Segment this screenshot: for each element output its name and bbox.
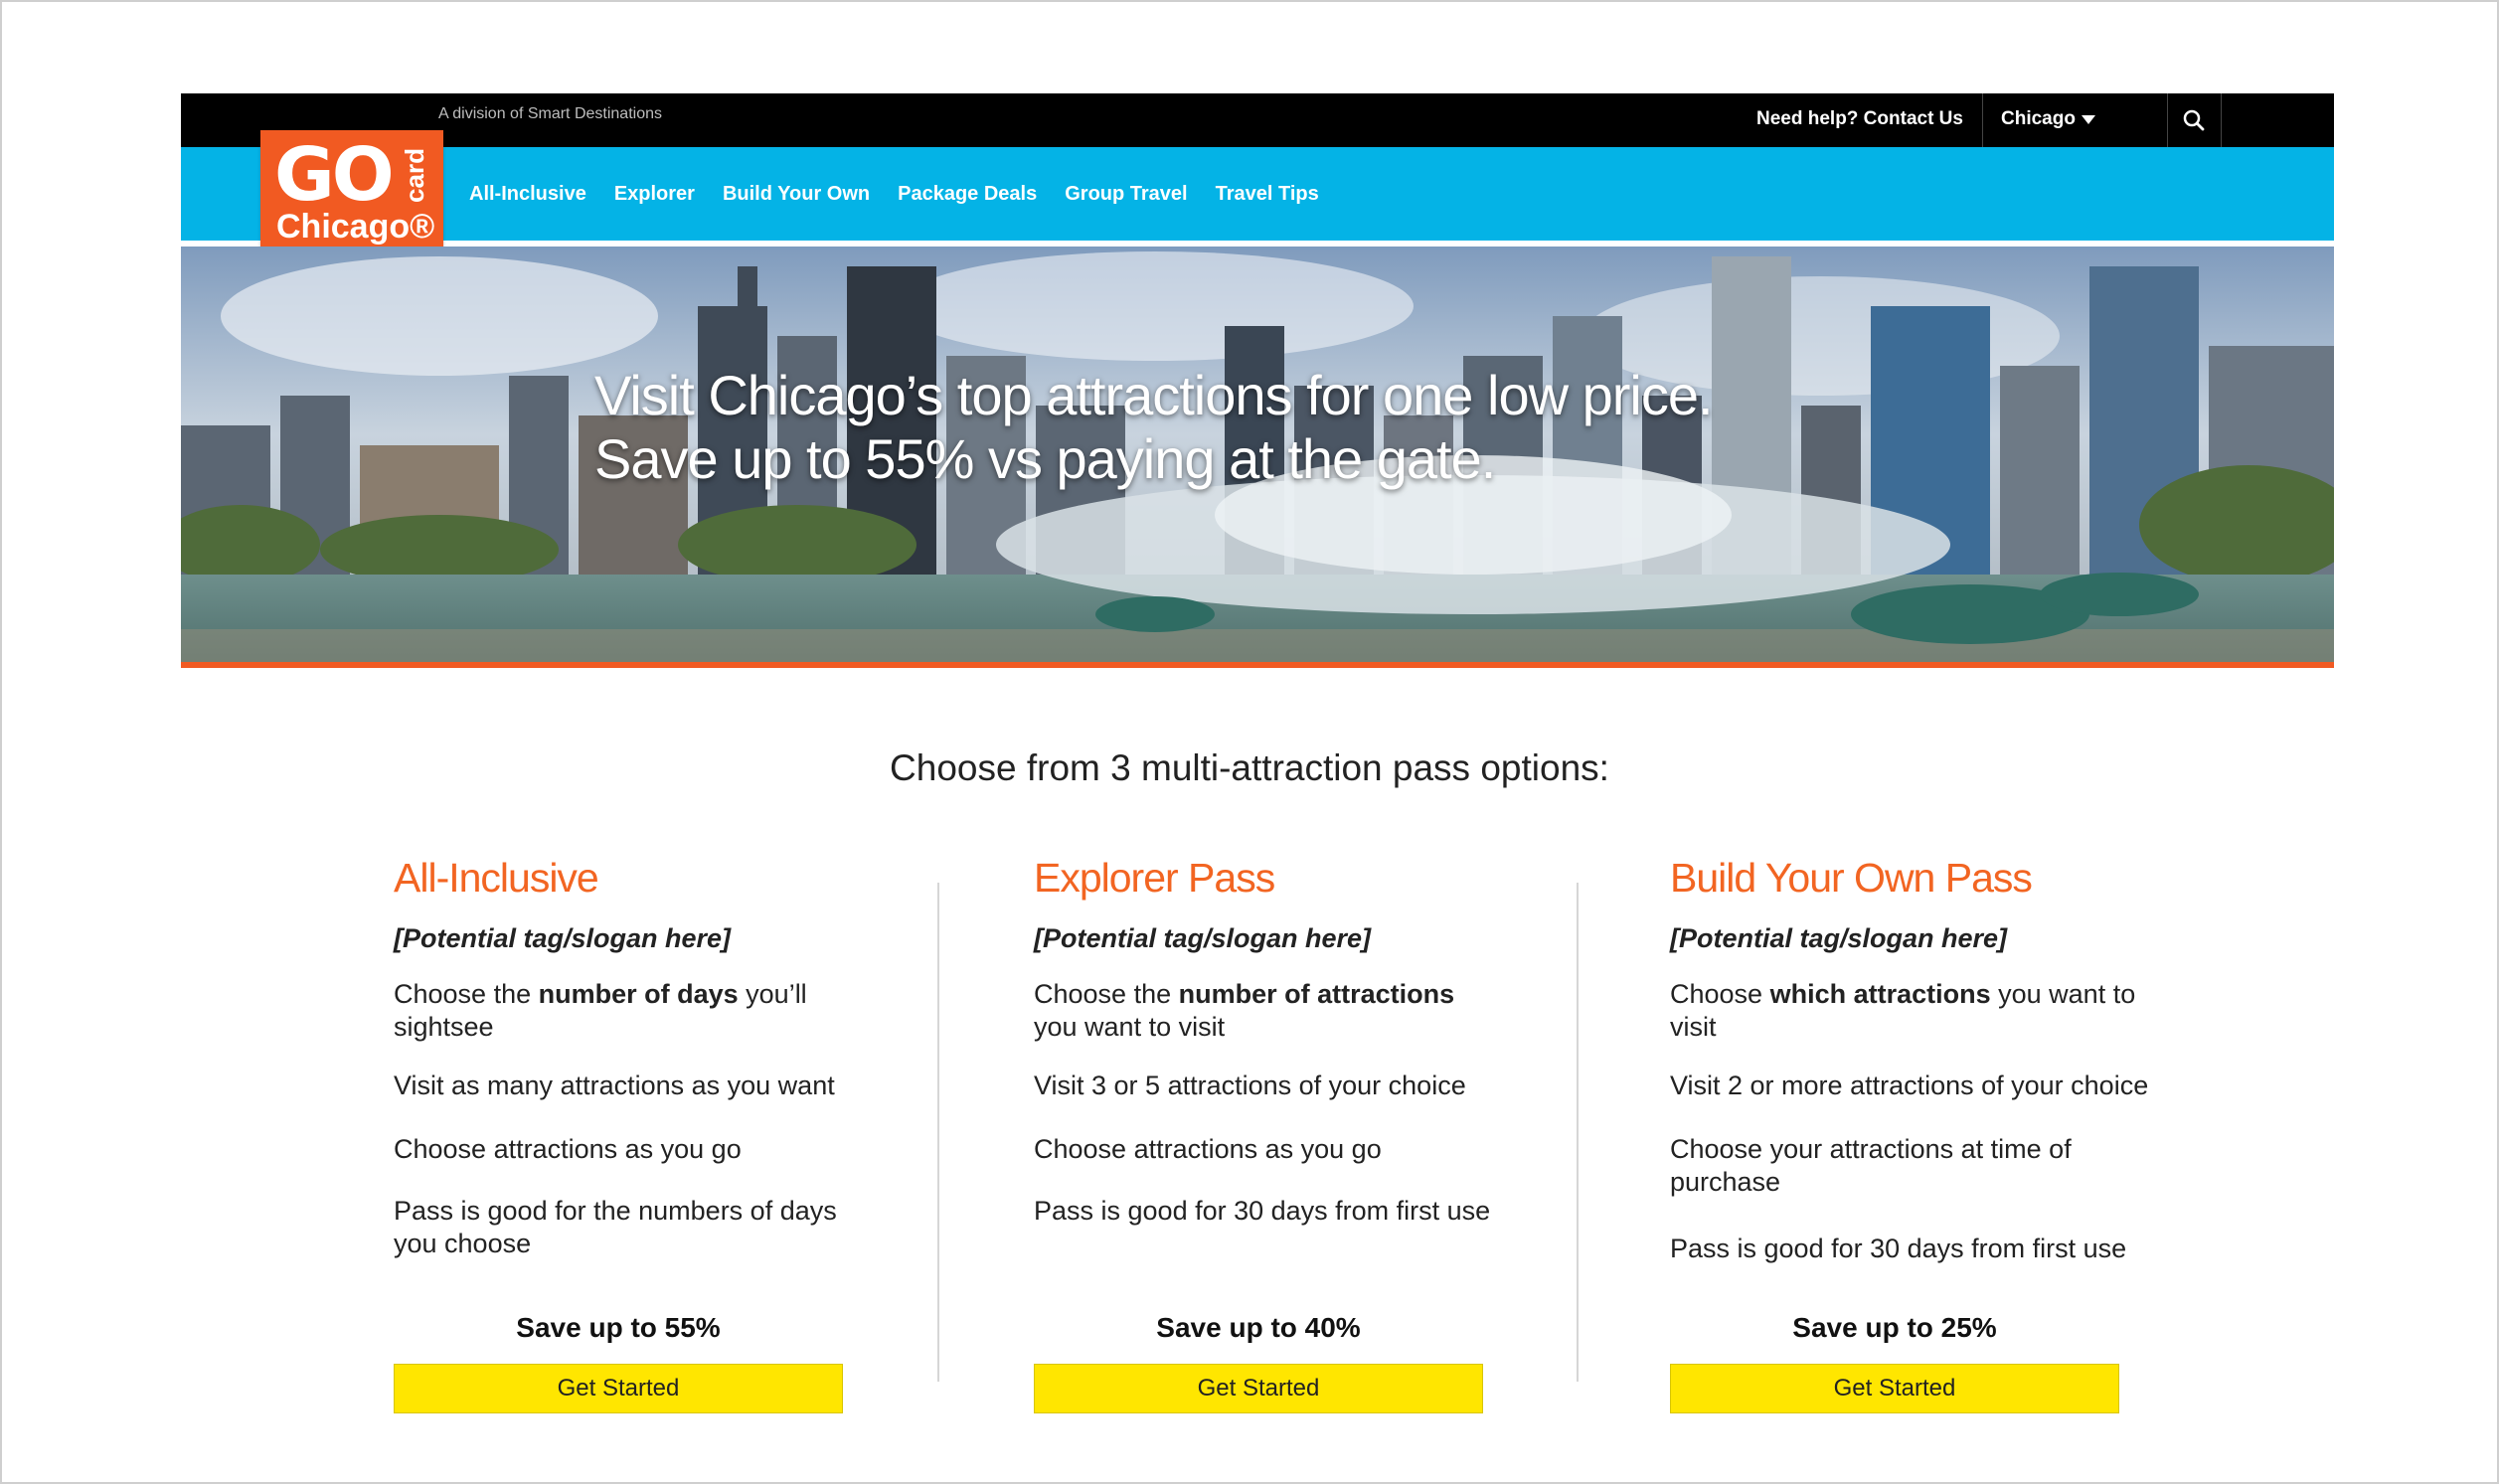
utility-divider (1982, 93, 1983, 147)
pass-savings: Save up to 25% (1792, 1312, 1997, 1343)
pass-title: Build Your Own Pass (1670, 855, 2033, 901)
hero-headline-line1: Visit Chicago’s top attractions for one … (594, 364, 1714, 426)
get-started-button[interactable]: Get Started (1670, 1364, 2119, 1413)
primary-nav: All-Inclusive Explorer Build Your Own Pa… (469, 147, 1347, 241)
get-started-button[interactable]: Get Started (394, 1364, 843, 1413)
utility-divider (2221, 93, 2222, 147)
pass-feature: Choose the number of attractions you wan… (1034, 979, 1455, 1042)
column-divider (1577, 883, 1579, 1382)
contact-us-link[interactable]: Need help? Contact Us (1756, 108, 1963, 130)
nav-item-group-travel[interactable]: Group Travel (1065, 183, 1187, 206)
pass-feature: Choose your attractions at time of purch… (1670, 1134, 2072, 1197)
pass-feature: Choose attractions as you go (1034, 1134, 1382, 1164)
pass-title: Explorer Pass (1034, 855, 1275, 901)
get-started-button[interactable]: Get Started (1034, 1364, 1483, 1413)
logo-go-text: GO (274, 132, 395, 218)
nav-item-all-inclusive[interactable]: All-Inclusive (469, 183, 586, 206)
pass-tagline: [Potential tag/slogan here] (1034, 923, 1372, 953)
pass-feature: Pass is good for 30 days from first use (1034, 1196, 1491, 1226)
division-text: A division of Smart Destinations (438, 105, 662, 122)
pass-card-all-inclusive: All-Inclusive [Potential tag/slogan here… (394, 855, 990, 1260)
pass-card-build-your-own: Build Your Own Pass [Potential tag/sloga… (1670, 855, 2266, 1265)
pass-feature: Visit 2 or more attractions of your choi… (1670, 1071, 2149, 1100)
pass-feature: Pass is good for the numbers of days you… (394, 1196, 837, 1258)
pass-feature: Visit as many attractions as you want (394, 1071, 835, 1100)
pass-feature: Pass is good for 30 days from first use (1670, 1234, 2127, 1263)
pass-tagline: [Potential tag/slogan here] (394, 923, 732, 953)
pass-feature: Choose the number of days you’ll sightse… (394, 979, 807, 1042)
pass-card-explorer: Explorer Pass [Potential tag/slogan here… (1034, 855, 1630, 1228)
nav-item-explorer[interactable]: Explorer (614, 183, 695, 206)
logo-city-text: Chicago® (276, 208, 435, 246)
pass-feature: Choose attractions as you go (394, 1134, 742, 1164)
pass-feature: Choose which attractions you want to vis… (1670, 979, 2136, 1042)
hero-orange-rule (181, 662, 2334, 668)
search-icon (2183, 109, 2205, 131)
go-card-chicago-logo[interactable]: GO card Chicago® (260, 130, 443, 257)
hero-headline-line2: Save up to 55% vs paying at the gate. (594, 427, 1496, 490)
logo-card-text: card (399, 148, 429, 203)
nav-item-travel-tips[interactable]: Travel Tips (1216, 183, 1319, 206)
search-button[interactable] (2167, 93, 2221, 147)
city-selector[interactable]: Chicago (2001, 108, 2095, 130)
caret-down-icon (2081, 114, 2095, 124)
hero-headline: Visit Chicago’s top attractions for one … (594, 364, 1714, 491)
pass-tagline: [Potential tag/slogan here] (1670, 923, 2008, 953)
nav-item-build-your-own[interactable]: Build Your Own (723, 183, 870, 206)
pass-title: All-Inclusive (394, 855, 599, 901)
column-divider (937, 883, 939, 1382)
pass-savings: Save up to 55% (516, 1312, 721, 1343)
pass-savings: Save up to 40% (1156, 1312, 1361, 1343)
section-title: Choose from 3 multi-attraction pass opti… (890, 747, 1609, 788)
nav-item-package-deals[interactable]: Package Deals (898, 183, 1037, 206)
pass-feature: Visit 3 or 5 attractions of your choice (1034, 1071, 1466, 1100)
city-selector-label: Chicago (2001, 108, 2076, 129)
